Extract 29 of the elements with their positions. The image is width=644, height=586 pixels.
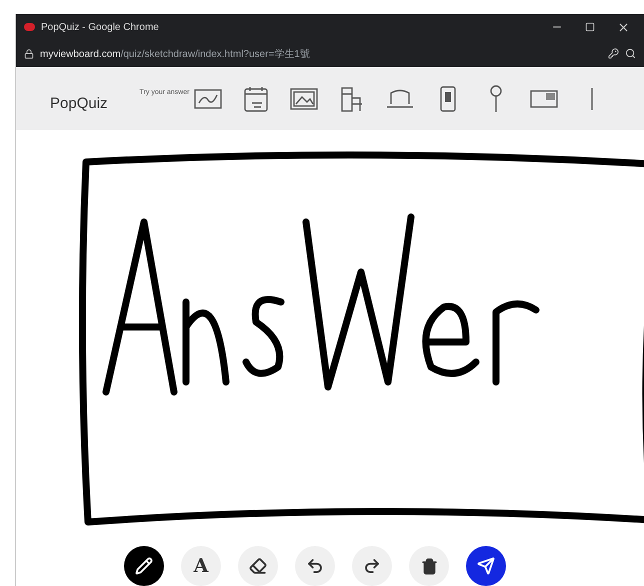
eraser-button[interactable] [238, 546, 278, 586]
key-icon[interactable] [608, 48, 619, 59]
pencil-icon [135, 557, 153, 575]
graph-icon [194, 88, 222, 110]
redo-button[interactable] [352, 546, 392, 586]
trash-icon [420, 558, 438, 574]
undo-button[interactable] [295, 546, 335, 586]
pen-button[interactable] [124, 546, 164, 586]
laptop-icon [386, 88, 414, 110]
calendar-icon [244, 86, 268, 112]
delete-button[interactable] [409, 546, 449, 586]
screen-icon [530, 88, 558, 110]
phone-icon [439, 86, 458, 112]
undo-icon [306, 557, 324, 575]
window-title: PopQuiz - Google Chrome [41, 22, 160, 32]
bar-chart-icon [340, 86, 364, 112]
paper-plane-icon [477, 557, 495, 575]
browser-logo-icon [24, 23, 35, 31]
close-icon[interactable] [617, 20, 630, 34]
picture-frame-icon [290, 86, 318, 110]
send-button[interactable] [466, 546, 506, 586]
redo-icon [363, 557, 381, 575]
search-icon[interactable] [625, 48, 636, 59]
app-name: PopQuiz [50, 95, 108, 112]
maximize-icon[interactable] [585, 22, 595, 32]
lock-icon [24, 48, 34, 58]
eraser-icon [249, 557, 267, 575]
text-button[interactable]: A [181, 546, 221, 586]
pin-icon [489, 84, 504, 112]
